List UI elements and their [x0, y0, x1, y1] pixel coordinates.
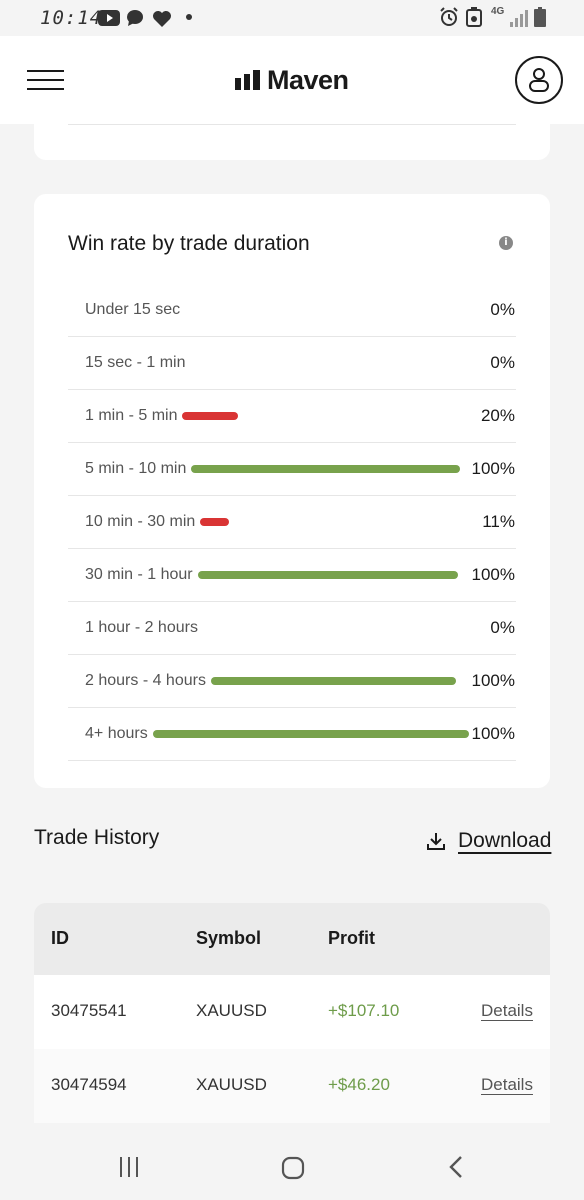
win-rate-value: 100%: [471, 459, 515, 478]
bar-chart-logo-icon: [235, 70, 260, 90]
duration-label: 4+ hours: [85, 725, 148, 742]
chat-bubble-icon: [127, 10, 143, 26]
trade-id: 30474594: [51, 1075, 127, 1094]
recycle-icon: [466, 7, 482, 27]
win-rate-value: 11%: [482, 512, 515, 531]
win-rate-bar: [197, 571, 459, 579]
table-row: 30474594 XAUUSD +$46.20 Details: [34, 1049, 550, 1123]
hamburger-menu-icon[interactable]: [27, 70, 64, 90]
win-rate-bar: [182, 412, 238, 420]
column-header-profit: Profit: [328, 928, 375, 948]
divider: [68, 124, 516, 125]
heart-icon: [153, 11, 171, 27]
details-link[interactable]: Details: [481, 1075, 533, 1095]
trade-profit: +$46.20: [328, 1075, 390, 1094]
trade-history-title: Trade History: [34, 826, 160, 849]
win-rate-value: 100%: [471, 724, 515, 743]
column-header-id: ID: [51, 928, 69, 948]
trade-symbol: XAUUSD: [196, 1001, 267, 1020]
logo-text: Maven: [267, 64, 349, 95]
win-rate-title: Win rate by trade duration: [68, 232, 310, 255]
table-row: 30475541 XAUUSD +$107.10 Details: [34, 975, 550, 1049]
status-time: 10:14: [40, 7, 103, 29]
status-bar: 10:14 4G: [0, 0, 584, 36]
win-rate-row: 15 sec - 1 min 0%: [68, 337, 516, 390]
win-rate-value: 0%: [490, 353, 515, 372]
win-rate-bar: [152, 730, 469, 738]
win-rate-value: 100%: [471, 565, 515, 584]
user-account-button[interactable]: [515, 56, 563, 104]
user-account-icon: [529, 68, 549, 92]
win-rate-value: 0%: [490, 618, 515, 637]
trade-id: 30475541: [51, 1001, 127, 1020]
details-link[interactable]: Details: [481, 1001, 533, 1021]
trade-history-table: ID Symbol Profit 30475541 XAUUSD +$107.1…: [34, 903, 550, 1123]
alarm-icon: [440, 7, 458, 26]
network-type: 4G: [491, 6, 505, 17]
back-icon[interactable]: [447, 1156, 465, 1178]
win-rate-row: 4+ hours 100%: [68, 708, 516, 761]
duration-label: 30 min - 1 hour: [85, 566, 193, 583]
win-rate-bar: [200, 518, 229, 526]
previous-card: [34, 124, 550, 160]
dot-icon: [186, 14, 192, 20]
win-rate-value: 0%: [490, 300, 515, 319]
youtube-icon: [98, 10, 120, 26]
download-label: Download: [458, 829, 552, 852]
app-header: Maven: [0, 36, 584, 124]
win-rate-value: 100%: [471, 671, 515, 690]
win-rate-row: 5 min - 10 min 100%: [68, 443, 516, 496]
duration-label: 10 min - 30 min: [85, 513, 196, 530]
duration-label: 1 hour - 2 hours: [85, 619, 198, 636]
win-rate-value: 20%: [480, 406, 515, 425]
win-rate-rows: Under 15 sec 0% 15 sec - 1 min 0% 1 min - 5 …: [68, 284, 516, 761]
info-icon[interactable]: i: [499, 236, 513, 250]
signal-icon: [510, 10, 528, 27]
table-header: ID Symbol Profit: [34, 903, 550, 975]
trade-profit: +$107.10: [328, 1001, 400, 1020]
battery-icon: [534, 7, 546, 27]
download-button[interactable]: Download: [426, 826, 551, 856]
recent-apps-icon[interactable]: [118, 1156, 140, 1178]
win-rate-row: 30 min - 1 hour 100%: [68, 549, 516, 602]
win-rate-row: 1 hour - 2 hours 0%: [68, 602, 516, 655]
trade-symbol: XAUUSD: [196, 1075, 267, 1094]
duration-label: 15 sec - 1 min: [85, 354, 186, 371]
maven-logo[interactable]: Maven: [235, 62, 349, 98]
duration-label: 2 hours - 4 hours: [85, 672, 206, 689]
win-rate-row: 10 min - 30 min 11%: [68, 496, 516, 549]
win-rate-bar: [210, 677, 456, 685]
win-rate-bar: [191, 465, 460, 473]
win-rate-row: 2 hours - 4 hours 100%: [68, 655, 516, 708]
win-rate-row: Under 15 sec 0%: [68, 284, 516, 337]
duration-label: Under 15 sec: [85, 301, 181, 318]
duration-label: 5 min - 10 min: [85, 460, 187, 477]
duration-label: 1 min - 5 min: [85, 407, 178, 424]
download-icon: [427, 833, 445, 850]
column-header-symbol: Symbol: [196, 928, 262, 948]
win-rate-card: Win rate by trade duration i Under 15 se…: [34, 194, 550, 788]
navigation-bar: [0, 1124, 584, 1200]
win-rate-row: 1 min - 5 min 20%: [68, 390, 516, 443]
home-icon[interactable]: [281, 1156, 305, 1180]
